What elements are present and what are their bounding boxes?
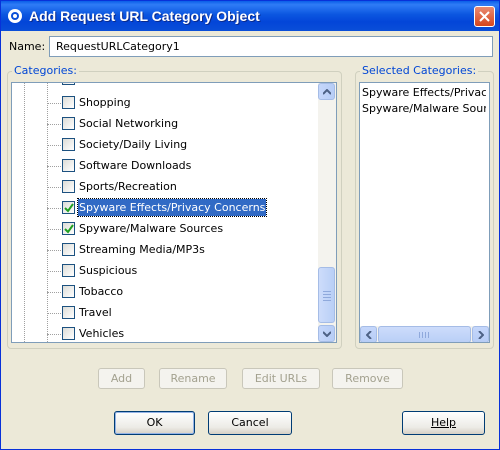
category-label[interactable]: Streaming Media/MP3s bbox=[78, 241, 206, 258]
category-checkbox[interactable] bbox=[62, 117, 75, 130]
tree-row[interactable]: Society/Daily Living bbox=[12, 135, 318, 156]
category-checkbox[interactable] bbox=[62, 138, 75, 151]
checkmark-icon bbox=[64, 203, 74, 213]
category-checkbox[interactable] bbox=[62, 180, 75, 193]
tree-row[interactable]: Suspicious bbox=[12, 261, 318, 282]
tree-row[interactable]: Spyware/Malware Sources bbox=[12, 219, 318, 240]
help-label: Help bbox=[430, 416, 457, 429]
checkmark-icon bbox=[64, 224, 74, 234]
category-checkbox[interactable] bbox=[62, 222, 75, 235]
category-label[interactable]: Tobacco bbox=[78, 283, 124, 300]
dialog-app-icon bbox=[7, 8, 23, 24]
category-label[interactable]: Social Networking bbox=[78, 115, 179, 132]
category-checkbox[interactable] bbox=[62, 201, 75, 214]
name-label: Name: bbox=[9, 40, 46, 53]
selected-categories-label: Selected Categories: bbox=[360, 64, 479, 77]
category-checkbox[interactable] bbox=[62, 159, 75, 172]
scroll-left-button[interactable] bbox=[360, 326, 377, 342]
category-label[interactable]: Spyware Effects/Privacy Concerns bbox=[76, 198, 268, 217]
dialog-window: Add Request URL Category Object Name: Re… bbox=[0, 0, 500, 450]
list-item[interactable]: Spyware/Malware Sources bbox=[362, 102, 486, 115]
category-label[interactable]: Spyware/Malware Sources bbox=[78, 220, 224, 237]
tree-row[interactable]: Streaming Media/MP3s bbox=[12, 240, 318, 261]
category-checkbox[interactable] bbox=[62, 327, 75, 340]
tree-row[interactable]: Shopping bbox=[12, 93, 318, 114]
category-label[interactable]: Vehicles bbox=[78, 325, 125, 342]
category-label[interactable]: Suspicious bbox=[78, 262, 138, 279]
selected-categories-list[interactable]: Spyware Effects/Privacy Concerns Spyware… bbox=[359, 82, 490, 343]
rename-button[interactable]: Rename bbox=[159, 368, 227, 389]
scroll-up-button[interactable] bbox=[318, 83, 335, 100]
tree-row[interactable]: Travel bbox=[12, 303, 318, 324]
edit-urls-button[interactable]: Edit URLs bbox=[242, 368, 320, 389]
remove-button[interactable]: Remove bbox=[332, 368, 403, 389]
category-checkbox[interactable] bbox=[62, 243, 75, 256]
name-input[interactable]: RequestURLCategory1 bbox=[49, 36, 493, 57]
dialog-title: Add Request URL Category Object bbox=[29, 8, 260, 24]
selected-horizontal-scrollbar[interactable] bbox=[360, 326, 489, 342]
chevron-down-icon bbox=[323, 331, 331, 337]
category-checkbox[interactable] bbox=[62, 96, 75, 109]
scroll-down-button[interactable] bbox=[318, 325, 335, 342]
scroll-right-button[interactable] bbox=[472, 326, 489, 342]
tree-row-partial bbox=[12, 83, 318, 90]
tree-row[interactable]: Social Networking bbox=[12, 114, 318, 135]
add-button[interactable]: Add bbox=[98, 368, 145, 389]
checkbox[interactable] bbox=[62, 83, 75, 85]
categories-vertical-scrollbar[interactable] bbox=[318, 83, 336, 342]
chevron-right-icon bbox=[478, 331, 484, 339]
ok-button[interactable]: OK bbox=[114, 411, 195, 435]
tree-row[interactable]: Sports/Recreation bbox=[12, 177, 318, 198]
categories-label: Categories: bbox=[12, 64, 79, 77]
category-label[interactable]: Sports/Recreation bbox=[78, 178, 178, 195]
tree-row[interactable]: Software Downloads bbox=[12, 156, 318, 177]
category-checkbox[interactable] bbox=[62, 306, 75, 319]
list-item[interactable]: Spyware Effects/Privacy Concerns bbox=[362, 86, 486, 99]
tree-row[interactable]: Spyware Effects/Privacy Concerns bbox=[12, 198, 318, 219]
category-checkbox[interactable] bbox=[62, 264, 75, 277]
chevron-left-icon bbox=[366, 331, 372, 339]
tree-row[interactable]: Vehicles bbox=[12, 324, 318, 342]
category-label[interactable]: Shopping bbox=[78, 94, 132, 111]
title-bar[interactable]: Add Request URL Category Object bbox=[1, 1, 499, 31]
scroll-thumb[interactable] bbox=[318, 267, 335, 323]
close-icon bbox=[479, 11, 490, 22]
category-label[interactable]: Travel bbox=[78, 304, 113, 321]
category-label[interactable]: Society/Daily Living bbox=[78, 136, 188, 153]
categories-tree[interactable]: Shopping Social Networking Society/Daily L… bbox=[11, 82, 337, 343]
chevron-up-icon bbox=[323, 89, 331, 95]
cancel-button[interactable]: Cancel bbox=[208, 411, 292, 435]
category-label[interactable]: Software Downloads bbox=[78, 157, 192, 174]
help-button[interactable]: Help bbox=[402, 411, 485, 435]
tree-row[interactable]: Tobacco bbox=[12, 282, 318, 303]
scroll-thumb[interactable] bbox=[378, 326, 471, 342]
category-checkbox[interactable] bbox=[62, 285, 75, 298]
close-button[interactable] bbox=[474, 6, 495, 27]
